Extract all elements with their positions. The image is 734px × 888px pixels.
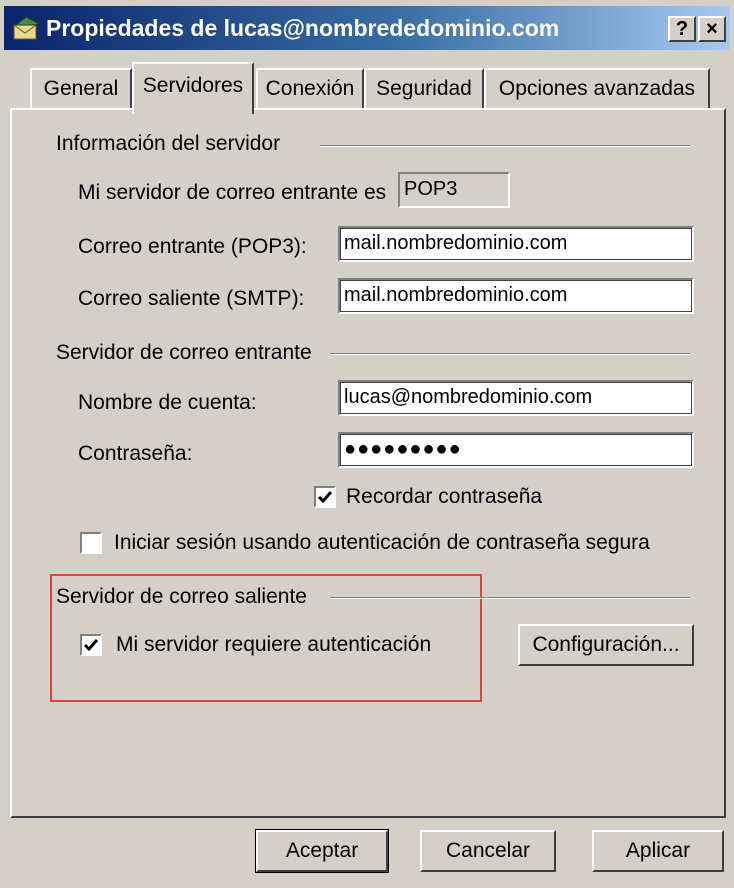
help-button[interactable]: ?	[668, 16, 696, 42]
secure-auth-label[interactable]: Iniciar sesión usando autenticación de c…	[114, 530, 650, 556]
cancel-button[interactable]: Cancelar	[420, 830, 556, 872]
configuration-button[interactable]: Configuración...	[518, 624, 694, 666]
outgoing-server-input[interactable]: mail.nombredominio.com	[338, 278, 694, 314]
title-bar[interactable]: Propiedades de lucas@nombrededominio.com…	[4, 6, 730, 50]
password-input[interactable]: ●●●●●●●●●	[338, 432, 694, 468]
password-label: Contraseña:	[78, 442, 193, 465]
server-info-group-label: Información del servidor	[56, 132, 281, 155]
requires-auth-label[interactable]: Mi servidor requiere autenticación	[116, 632, 431, 658]
remember-password-label[interactable]: Recordar contraseña	[346, 484, 542, 510]
secure-auth-checkbox[interactable]	[80, 532, 102, 554]
apply-button[interactable]: Aplicar	[592, 830, 724, 872]
close-button[interactable]: ×	[698, 16, 726, 42]
ok-button[interactable]: Aceptar	[255, 829, 389, 873]
mail-account-icon	[12, 15, 40, 41]
group-divider	[320, 145, 690, 147]
remember-password-checkbox[interactable]	[314, 486, 336, 508]
requires-auth-checkbox[interactable]	[80, 634, 102, 656]
account-name-input[interactable]: lucas@nombredominio.com	[338, 380, 694, 416]
incoming-type-label: Mi servidor de correo entrante es	[78, 181, 387, 204]
window-title: Propiedades de lucas@nombrededominio.com	[46, 15, 560, 41]
incoming-server-label: Correo entrante (POP3):	[78, 235, 307, 258]
tab-opciones-avanzadas[interactable]: Opciones avanzadas	[484, 68, 710, 110]
group-divider	[330, 353, 690, 355]
outgoing-server-label: Correo saliente (SMTP):	[78, 287, 305, 310]
group-divider	[330, 597, 690, 599]
tab-conexion[interactable]: Conexión	[256, 68, 364, 110]
tab-general[interactable]: General	[30, 68, 132, 110]
account-name-label: Nombre de cuenta:	[78, 391, 257, 414]
incoming-type-value: POP3	[398, 172, 510, 208]
incoming-server-group-label: Servidor de correo entrante	[56, 341, 312, 364]
outgoing-server-group-label: Servidor de correo saliente	[56, 585, 307, 608]
tab-servidores[interactable]: Servidores	[132, 62, 254, 114]
checkmark-icon	[83, 639, 99, 652]
properties-dialog: Propiedades de lucas@nombrededominio.com…	[0, 0, 734, 888]
incoming-server-input[interactable]: mail.nombredominio.com	[338, 226, 694, 262]
tab-seguridad[interactable]: Seguridad	[364, 68, 484, 110]
checkmark-icon	[317, 491, 333, 504]
